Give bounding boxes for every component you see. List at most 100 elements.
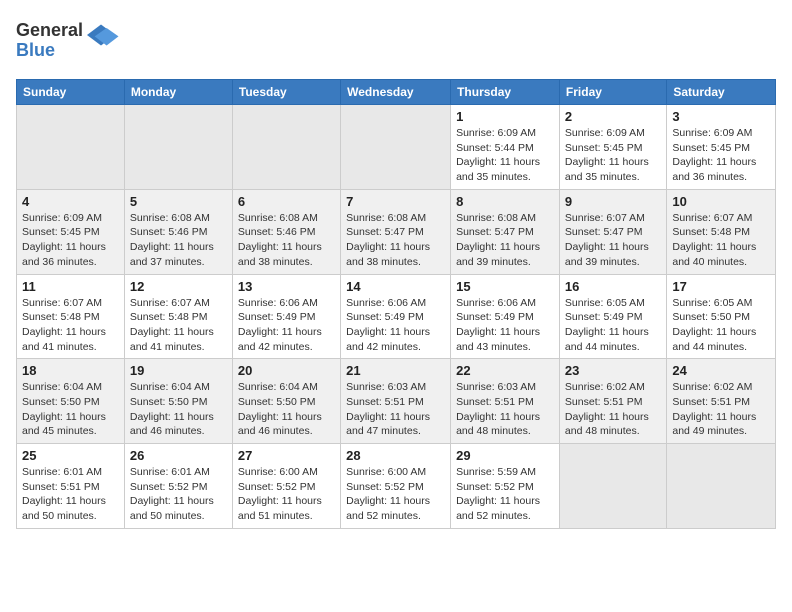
day-info: Sunrise: 6:04 AM Sunset: 5:50 PM Dayligh… bbox=[22, 380, 119, 439]
calendar-header-row: SundayMondayTuesdayWednesdayThursdayFrid… bbox=[17, 80, 776, 105]
calendar-week-row: 4Sunrise: 6:09 AM Sunset: 5:45 PM Daylig… bbox=[17, 189, 776, 274]
day-number: 16 bbox=[565, 279, 661, 294]
day-number: 1 bbox=[456, 109, 554, 124]
day-info: Sunrise: 6:08 AM Sunset: 5:47 PM Dayligh… bbox=[456, 211, 554, 270]
day-number: 18 bbox=[22, 363, 119, 378]
calendar-day-cell bbox=[124, 105, 232, 190]
calendar-day-cell: 21 Sunrise: 6:03 AM Sunset: 5:51 PM Dayli… bbox=[341, 359, 451, 444]
day-number: 15 bbox=[456, 279, 554, 294]
day-info: Sunrise: 6:02 AM Sunset: 5:51 PM Dayligh… bbox=[565, 380, 661, 439]
day-info: Sunrise: 6:09 AM Sunset: 5:45 PM Dayligh… bbox=[22, 211, 119, 270]
day-info: Sunrise: 6:04 AM Sunset: 5:50 PM Dayligh… bbox=[238, 380, 335, 439]
day-number: 9 bbox=[565, 194, 661, 209]
calendar-day-cell: 13Sunrise: 6:06 AM Sunset: 5:49 PM Dayli… bbox=[232, 274, 340, 359]
calendar-day-cell: 17 Sunrise: 6:05 AM Sunset: 5:50 PM Dayli… bbox=[667, 274, 776, 359]
day-info: Sunrise: 6:05 AM Sunset: 5:50 PM Dayligh… bbox=[672, 296, 770, 355]
calendar-week-row: 18 Sunrise: 6:04 AM Sunset: 5:50 PM Dayli… bbox=[17, 359, 776, 444]
day-number: 10 bbox=[672, 194, 770, 209]
day-info: Sunrise: 6:07 AM Sunset: 5:48 PM Dayligh… bbox=[130, 296, 227, 355]
day-info: Sunrise: 6:06 AM Sunset: 5:49 PM Dayligh… bbox=[238, 296, 335, 355]
calendar-day-cell: 5 Sunrise: 6:08 AM Sunset: 5:46 PM Daylig… bbox=[124, 189, 232, 274]
day-info: Sunrise: 6:08 AM Sunset: 5:47 PM Dayligh… bbox=[346, 211, 445, 270]
day-info: Sunrise: 6:03 AM Sunset: 5:51 PM Dayligh… bbox=[346, 380, 445, 439]
calendar-day-cell: 18 Sunrise: 6:04 AM Sunset: 5:50 PM Dayli… bbox=[17, 359, 125, 444]
day-number: 12 bbox=[130, 279, 227, 294]
calendar-day-cell: 15Sunrise: 6:06 AM Sunset: 5:49 PM Dayli… bbox=[451, 274, 560, 359]
day-of-week-header: Monday bbox=[124, 80, 232, 105]
calendar-day-cell: 20 Sunrise: 6:04 AM Sunset: 5:50 PM Dayli… bbox=[232, 359, 340, 444]
calendar-day-cell: 3Sunrise: 6:09 AM Sunset: 5:45 PM Daylig… bbox=[667, 105, 776, 190]
day-number: 3 bbox=[672, 109, 770, 124]
calendar-day-cell bbox=[232, 105, 340, 190]
calendar-day-cell: 24Sunrise: 6:02 AM Sunset: 5:51 PM Dayli… bbox=[667, 359, 776, 444]
calendar-day-cell: 6 Sunrise: 6:08 AM Sunset: 5:46 PM Daylig… bbox=[232, 189, 340, 274]
day-number: 17 bbox=[672, 279, 770, 294]
day-number: 27 bbox=[238, 448, 335, 463]
calendar-day-cell: 4Sunrise: 6:09 AM Sunset: 5:45 PM Daylig… bbox=[17, 189, 125, 274]
day-number: 29 bbox=[456, 448, 554, 463]
calendar-day-cell: 7 Sunrise: 6:08 AM Sunset: 5:47 PM Daylig… bbox=[341, 189, 451, 274]
calendar-day-cell: 28 Sunrise: 6:00 AM Sunset: 5:52 PM Dayli… bbox=[341, 444, 451, 529]
day-number: 14 bbox=[346, 279, 445, 294]
calendar-day-cell: 16 Sunrise: 6:05 AM Sunset: 5:49 PM Dayli… bbox=[559, 274, 666, 359]
day-number: 19 bbox=[130, 363, 227, 378]
day-number: 23 bbox=[565, 363, 661, 378]
day-info: Sunrise: 6:06 AM Sunset: 5:49 PM Dayligh… bbox=[346, 296, 445, 355]
day-of-week-header: Sunday bbox=[17, 80, 125, 105]
calendar-week-row: 25Sunrise: 6:01 AM Sunset: 5:51 PM Dayli… bbox=[17, 444, 776, 529]
calendar-day-cell: 29 Sunrise: 5:59 AM Sunset: 5:52 PM Dayli… bbox=[451, 444, 560, 529]
calendar-day-cell: 10 Sunrise: 6:07 AM Sunset: 5:48 PM Dayli… bbox=[667, 189, 776, 274]
day-number: 7 bbox=[346, 194, 445, 209]
day-info: Sunrise: 6:09 AM Sunset: 5:45 PM Dayligh… bbox=[565, 126, 661, 185]
day-of-week-header: Tuesday bbox=[232, 80, 340, 105]
calendar-day-cell bbox=[667, 444, 776, 529]
calendar-day-cell: 8 Sunrise: 6:08 AM Sunset: 5:47 PM Daylig… bbox=[451, 189, 560, 274]
day-info: Sunrise: 6:07 AM Sunset: 5:47 PM Dayligh… bbox=[565, 211, 661, 270]
page-header: General Blue bbox=[16, 16, 776, 71]
day-of-week-header: Thursday bbox=[451, 80, 560, 105]
day-info: Sunrise: 6:07 AM Sunset: 5:48 PM Dayligh… bbox=[672, 211, 770, 270]
calendar-day-cell bbox=[559, 444, 666, 529]
day-info: Sunrise: 6:00 AM Sunset: 5:52 PM Dayligh… bbox=[346, 465, 445, 524]
day-number: 2 bbox=[565, 109, 661, 124]
day-number: 22 bbox=[456, 363, 554, 378]
calendar-day-cell bbox=[17, 105, 125, 190]
day-of-week-header: Saturday bbox=[667, 80, 776, 105]
day-number: 21 bbox=[346, 363, 445, 378]
day-info: Sunrise: 6:00 AM Sunset: 5:52 PM Dayligh… bbox=[238, 465, 335, 524]
day-info: Sunrise: 6:09 AM Sunset: 5:44 PM Dayligh… bbox=[456, 126, 554, 185]
day-number: 26 bbox=[130, 448, 227, 463]
logo-text: General Blue bbox=[16, 16, 146, 71]
calendar-day-cell: 9 Sunrise: 6:07 AM Sunset: 5:47 PM Daylig… bbox=[559, 189, 666, 274]
day-info: Sunrise: 5:59 AM Sunset: 5:52 PM Dayligh… bbox=[456, 465, 554, 524]
day-number: 20 bbox=[238, 363, 335, 378]
day-info: Sunrise: 6:04 AM Sunset: 5:50 PM Dayligh… bbox=[130, 380, 227, 439]
day-info: Sunrise: 6:03 AM Sunset: 5:51 PM Dayligh… bbox=[456, 380, 554, 439]
day-number: 5 bbox=[130, 194, 227, 209]
day-number: 28 bbox=[346, 448, 445, 463]
calendar-day-cell: 11Sunrise: 6:07 AM Sunset: 5:48 PM Dayli… bbox=[17, 274, 125, 359]
day-info: Sunrise: 6:05 AM Sunset: 5:49 PM Dayligh… bbox=[565, 296, 661, 355]
day-info: Sunrise: 6:02 AM Sunset: 5:51 PM Dayligh… bbox=[672, 380, 770, 439]
day-number: 8 bbox=[456, 194, 554, 209]
calendar-day-cell: 19 Sunrise: 6:04 AM Sunset: 5:50 PM Dayli… bbox=[124, 359, 232, 444]
calendar-day-cell: 27 Sunrise: 6:00 AM Sunset: 5:52 PM Dayli… bbox=[232, 444, 340, 529]
calendar-day-cell: 23 Sunrise: 6:02 AM Sunset: 5:51 PM Dayli… bbox=[559, 359, 666, 444]
calendar-week-row: 11 Sunrise: 6:07 AM Sunset: 5:48 PM Dayli… bbox=[17, 274, 776, 359]
calendar-day-cell: 14 Sunrise: 6:06 AM Sunset: 5:49 PM Dayli… bbox=[341, 274, 451, 359]
day-number: 6 bbox=[238, 194, 335, 209]
calendar-day-cell: 1 Sunrise: 6:09 AM Sunset: 5:44 PM Daylig… bbox=[451, 105, 560, 190]
svg-text:Blue: Blue bbox=[16, 40, 55, 60]
calendar-week-row: 1 Sunrise: 6:09 AM Sunset: 5:44 PM Daylig… bbox=[17, 105, 776, 190]
calendar-day-cell: 22 Sunrise: 6:03 AM Sunset: 5:51 PM Dayli… bbox=[451, 359, 560, 444]
day-of-week-header: Friday bbox=[559, 80, 666, 105]
calendar-day-cell: 12 Sunrise: 6:07 AM Sunset: 5:48 PM Dayli… bbox=[124, 274, 232, 359]
day-number: 11 bbox=[22, 279, 119, 294]
day-info: Sunrise: 6:08 AM Sunset: 5:46 PM Dayligh… bbox=[238, 211, 335, 270]
day-info: Sunrise: 6:01 AM Sunset: 5:51 PM Dayligh… bbox=[22, 465, 119, 524]
calendar-table: SundayMondayTuesdayWednesdayThursdayFrid… bbox=[16, 79, 776, 529]
day-info: Sunrise: 6:01 AM Sunset: 5:52 PM Dayligh… bbox=[130, 465, 227, 524]
calendar-day-cell: 25Sunrise: 6:01 AM Sunset: 5:51 PM Dayli… bbox=[17, 444, 125, 529]
day-info: Sunrise: 6:08 AM Sunset: 5:46 PM Dayligh… bbox=[130, 211, 227, 270]
day-of-week-header: Wednesday bbox=[341, 80, 451, 105]
